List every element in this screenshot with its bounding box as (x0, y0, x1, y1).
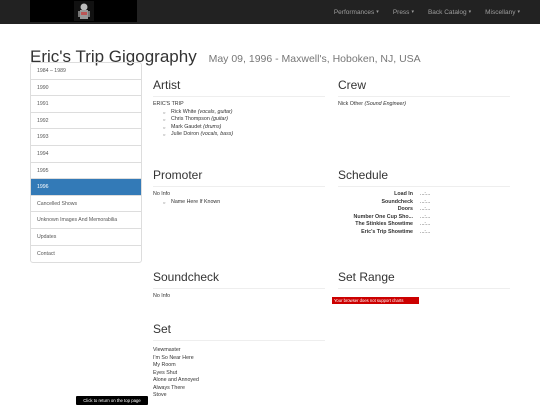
caret-down-icon: ▾ (411, 9, 414, 15)
caret-down-icon: ▾ (468, 9, 472, 15)
set-range-heading: Set Range (338, 270, 510, 289)
sidebar-item-contact[interactable]: Contact (31, 246, 141, 263)
caret-down-icon: ▾ (517, 9, 520, 15)
sidebar-item-1991[interactable]: 1991 (31, 96, 141, 113)
sidebar-item-updates[interactable]: Updates (31, 229, 141, 246)
page-subtitle: May 09, 1996 - Maxwell's, Hoboken, NJ, U… (208, 53, 421, 65)
artist-name: ERIC'S TRIP (153, 101, 184, 107)
soundcheck-heading: Soundcheck (153, 270, 325, 289)
artist-section: Artist ERIC'S TRIP Rick White (vocals, g… (153, 78, 325, 139)
site-logo[interactable] (30, 0, 137, 22)
sidebar-item-1994[interactable]: 1994 (31, 146, 141, 163)
member-item: Chris Thompson (guitar) (163, 116, 325, 124)
set-range-section: Set Range (338, 270, 510, 289)
sidebar-item-1995[interactable]: 1995 (31, 163, 141, 180)
crew-heading: Crew (338, 78, 510, 97)
sidebar-item-1996[interactable]: 1996 (31, 179, 141, 196)
back-to-top-button[interactable]: Click to return on the top page (76, 396, 148, 405)
nav-miscellany[interactable]: Miscellany ▾ (485, 9, 520, 16)
sidebar-item-1992[interactable]: 1992 (31, 113, 141, 130)
soundcheck-info: No Info (153, 293, 171, 299)
sidebar-item-1984-1989[interactable]: 1984 – 1989 (31, 63, 141, 80)
nav-press[interactable]: Press ▾ (393, 9, 414, 16)
sidebar-item-1990[interactable]: 1990 (31, 80, 141, 97)
schedule-row: Eric's Trip Showtime...:... (361, 228, 431, 235)
nav-back-catalog[interactable]: Back Catalog ▾ (428, 9, 471, 16)
promoter-heading: Promoter (153, 168, 325, 187)
set-heading: Set (153, 322, 325, 341)
promoter-section: Promoter No Info Name Here If Known (153, 168, 325, 206)
schedule-row: The Stinkies Showtime...:... (355, 221, 431, 227)
schedule-section: Schedule Load In...:... Soundcheck...:..… (338, 168, 510, 236)
top-navbar: Performances ▾ Press ▾ Back Catalog ▾ Mi… (0, 0, 540, 24)
schedule-heading: Schedule (338, 168, 510, 187)
artist-heading: Artist (153, 78, 325, 97)
crew-member: Nick Other (Sound Engineer) (338, 101, 407, 107)
promoter-info: No Info (153, 191, 171, 197)
song-item: I'm So Near Here (153, 354, 194, 361)
schedule-table: Load In...:... Soundcheck...:... Doors..… (338, 187, 510, 236)
song-item: Eyes Shut (153, 369, 178, 376)
year-sidebar: 1984 – 1989 1990 1991 1992 1993 1994 199… (30, 62, 142, 264)
set-section: Set Viewmaster I'm So Near Here My Room … (153, 322, 325, 400)
song-item: Alone and Annoyed (153, 377, 199, 383)
song-item: Always There (153, 384, 185, 391)
caret-down-icon: ▾ (376, 9, 379, 15)
sidebar-item-unknown-images[interactable]: Unknown Images And Memorabilia (31, 212, 141, 229)
crew-section: Crew Nick Other (Sound Engineer) (338, 78, 510, 109)
schedule-row: Number One Cup Sho......:... (353, 213, 431, 220)
band-figure-icon (74, 1, 94, 21)
nav-performances[interactable]: Performances ▾ (334, 9, 379, 16)
member-item: Mark Gaudet (drums) (163, 124, 325, 132)
schedule-row: Soundcheck...:... (381, 198, 431, 205)
song-item: Stove (153, 392, 167, 398)
promoter-name: Name Here If Known (163, 199, 325, 207)
member-item: Rick White (vocals, guitar) (163, 109, 325, 117)
song-item: Viewmaster (153, 347, 181, 353)
chart-unsupported-notice: Your browser does not support charts (332, 297, 419, 304)
schedule-row: Doors...:... (397, 206, 431, 212)
sidebar-item-1993[interactable]: 1993 (31, 129, 141, 146)
member-item: Julie Doiron (vocals, bass) (163, 131, 325, 139)
song-item: My Room (153, 362, 176, 368)
soundcheck-section: Soundcheck No Info (153, 270, 325, 301)
sidebar-item-cancelled-shows[interactable]: Cancelled Shows (31, 196, 141, 213)
schedule-row: Load In...:... (394, 191, 431, 197)
